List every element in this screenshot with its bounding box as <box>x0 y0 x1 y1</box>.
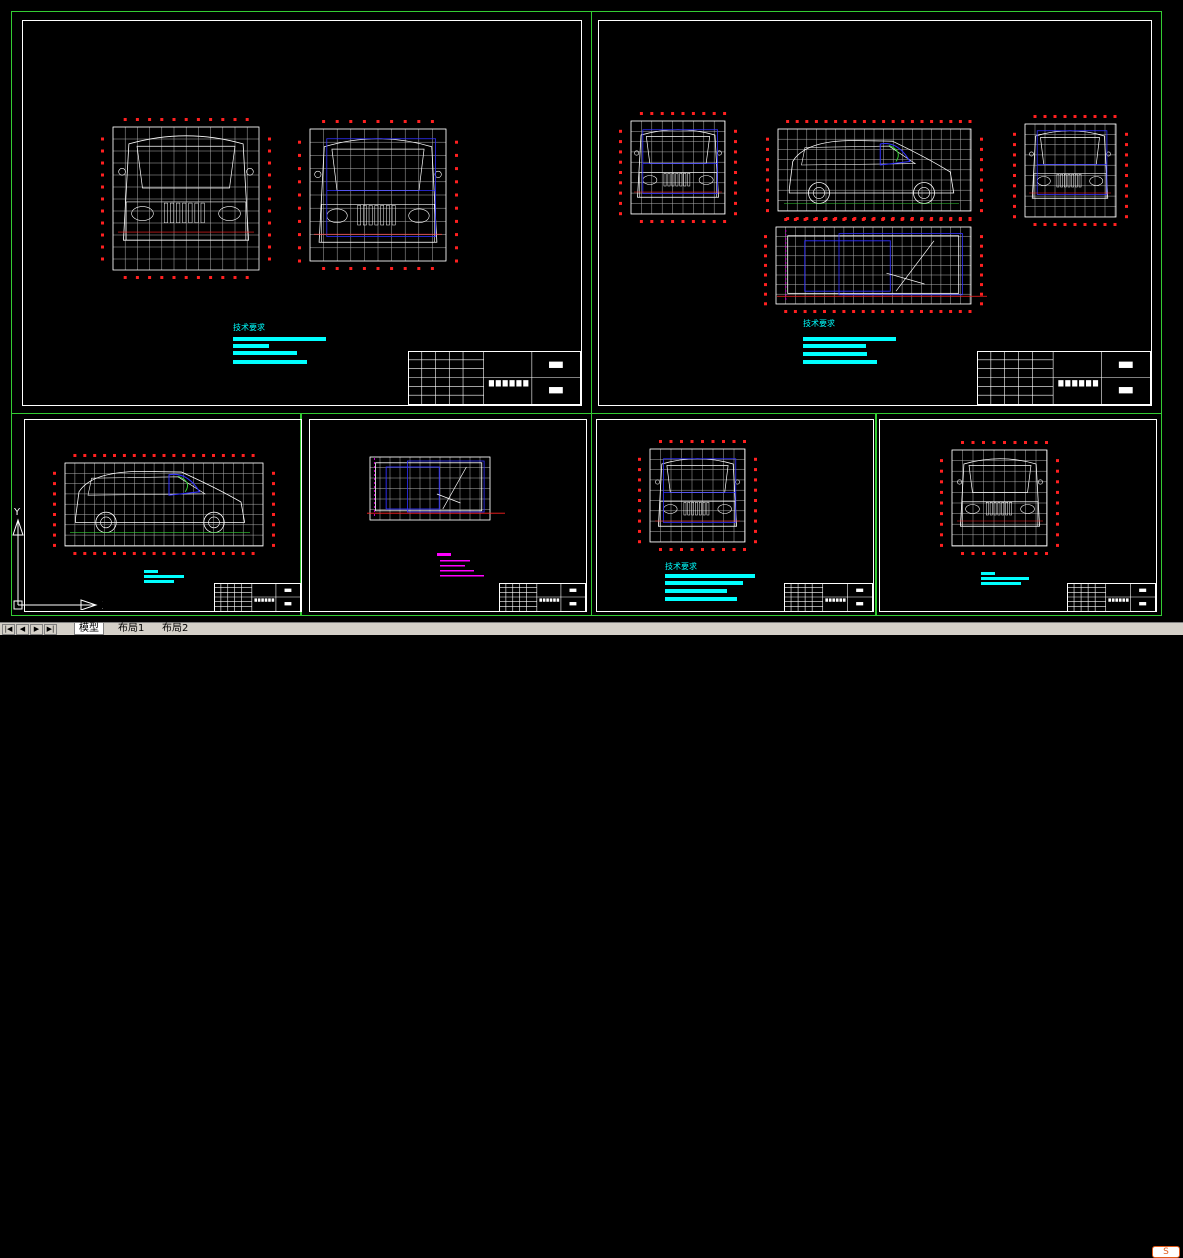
note-line <box>981 572 995 575</box>
drawing-frame <box>22 20 582 406</box>
dimension-grid <box>619 112 737 223</box>
car-top-view <box>367 458 505 518</box>
note-line <box>981 577 1029 580</box>
sheet-border <box>591 11 1162 414</box>
note-line <box>665 574 755 578</box>
note-line <box>665 589 727 593</box>
magenta-notes <box>437 553 484 577</box>
tech-requirements-title-2: 技术要求 <box>803 319 835 328</box>
nav-first-icon[interactable]: |◀ <box>2 624 15 635</box>
car-views-layer <box>53 112 1128 577</box>
title-block <box>977 351 1151 405</box>
tech-requirements-title-3: 技术要求 <box>665 562 697 571</box>
note-line <box>665 581 743 585</box>
note-line <box>803 337 896 341</box>
tab-model[interactable]: 模型 <box>74 623 104 635</box>
note-line <box>233 351 297 355</box>
dimension-grid <box>638 440 757 551</box>
tab-layout-2[interactable]: 布局2 <box>158 623 192 634</box>
ucs-y-label: Y <box>13 507 21 518</box>
nav-prev-icon[interactable]: ◀ <box>16 624 29 635</box>
note-line <box>233 337 326 341</box>
sheet-frames-layer <box>22 20 1157 612</box>
title-block <box>784 583 873 612</box>
dimension-grid <box>101 118 271 279</box>
tech-requirements-title-1: 技术要求 <box>233 323 265 332</box>
note-line <box>233 360 307 364</box>
nav-next-icon[interactable]: ▶ <box>30 624 43 635</box>
car-side-view <box>784 140 959 204</box>
car-front-view <box>655 458 740 527</box>
note-line <box>803 360 877 364</box>
ucs-x-label: X <box>102 599 103 610</box>
dimension-grid <box>766 120 983 220</box>
tab-layout-1[interactable]: 布局1 <box>114 623 148 634</box>
drawing-frame <box>598 20 1152 406</box>
note-line <box>144 575 184 578</box>
drawing-viewport[interactable]: 技术要求 技术要求 技术要求 Y X <box>0 0 1183 622</box>
sheet-border <box>11 11 592 414</box>
note-line <box>803 344 866 348</box>
title-blocks-layer <box>214 351 1156 612</box>
car-top-view <box>777 230 987 302</box>
nav-last-icon[interactable]: ▶| <box>44 624 57 635</box>
title-block <box>499 583 586 612</box>
dimension-grid <box>1013 115 1128 226</box>
sheet-border <box>875 413 877 616</box>
title-block <box>408 351 581 405</box>
ucs-icon: Y X <box>12 507 103 610</box>
note-line <box>803 352 867 356</box>
dimension-grid <box>940 441 1059 555</box>
note-line <box>665 597 737 601</box>
note-line <box>233 344 269 348</box>
layout-tab-bar: |◀ ◀ ▶ ▶| 模型 布局1 布局2 S <box>0 622 1183 1258</box>
note-line <box>981 582 1021 585</box>
drawing-frame <box>309 419 587 612</box>
cad-drawing-canvas[interactable] <box>0 0 1183 622</box>
dimension-grid <box>764 218 983 313</box>
note-line <box>144 570 158 573</box>
car-front-view <box>1029 130 1111 199</box>
title-block <box>214 583 301 612</box>
car-front-view <box>634 129 722 198</box>
app-logo-icon: S <box>1152 1246 1180 1258</box>
title-block <box>1067 583 1156 612</box>
note-line <box>144 580 174 583</box>
